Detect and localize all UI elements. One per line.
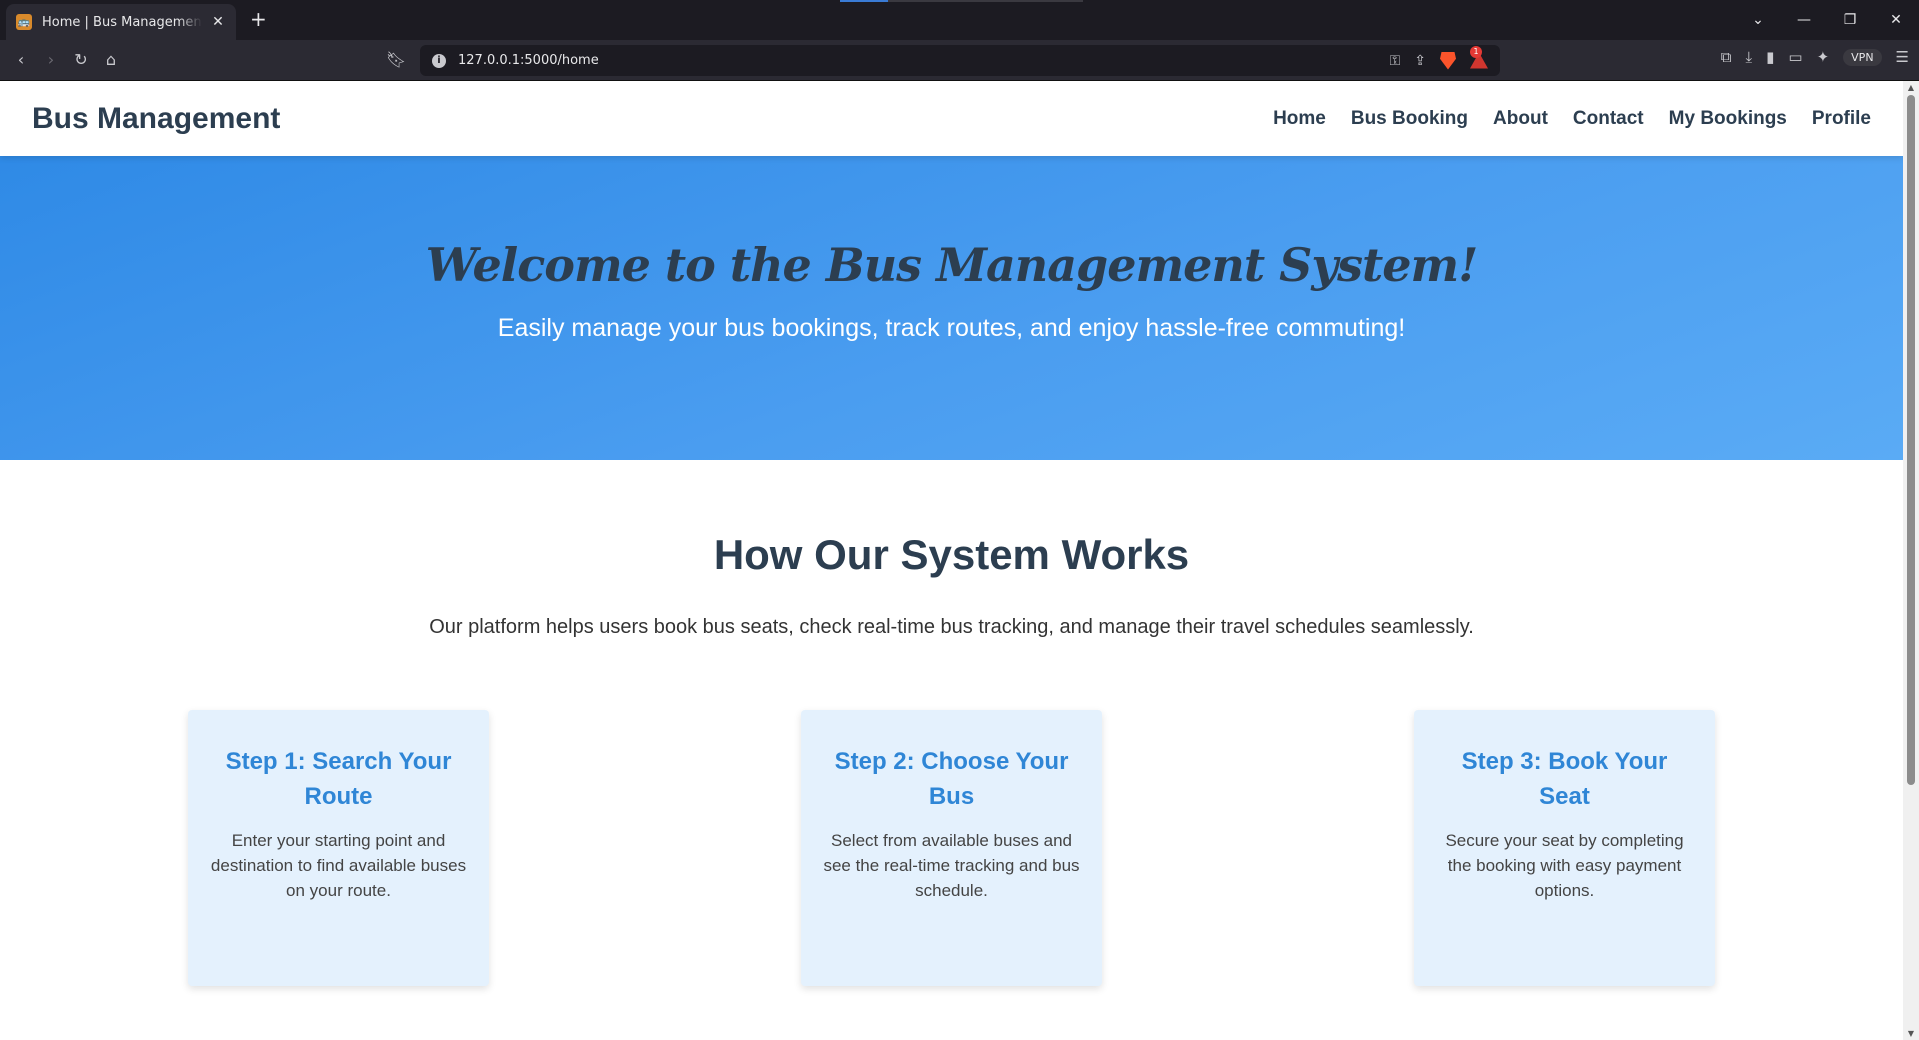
- reload-icon[interactable]: ↻: [70, 50, 92, 70]
- hero-subtitle: Easily manage your bus bookings, track r…: [497, 314, 1406, 342]
- bookmark-icon[interactable]: 🔖︎: [385, 50, 407, 70]
- minimize-icon[interactable]: —: [1781, 12, 1827, 28]
- hero-banner: Welcome to the Bus Management System! Ea…: [0, 156, 1903, 460]
- back-icon[interactable]: ‹: [10, 50, 32, 70]
- section-description: Our platform helps users book bus seats,…: [429, 616, 1474, 638]
- scroll-down-icon[interactable]: ▼: [1903, 1029, 1919, 1038]
- tab-list-icon[interactable]: ⌄: [1735, 12, 1781, 28]
- step-card: Step 2: Choose Your Bus Select from avai…: [801, 710, 1102, 986]
- sidebar-icon[interactable]: ▮: [1766, 48, 1774, 66]
- key-icon[interactable]: ⚿: [1390, 53, 1401, 69]
- url-text[interactable]: 127.0.0.1:5000/home: [458, 53, 1390, 68]
- web-page: Bus Management Home Bus Booking About Co…: [0, 81, 1903, 1040]
- nav-link-bus-booking[interactable]: Bus Booking: [1351, 108, 1468, 130]
- browser-tab-active[interactable]: 🚌 Home | Bus Management System ✕: [6, 4, 236, 40]
- tab-scroll-track: [888, 0, 1083, 2]
- address-bar[interactable]: i 127.0.0.1:5000/home ⚿ ⇪: [420, 45, 1500, 76]
- home-icon[interactable]: ⌂: [100, 50, 122, 70]
- step-card-title: Step 2: Choose Your Bus: [834, 748, 1069, 810]
- tab-title: Home | Bus Management System: [42, 14, 202, 30]
- step-card-text: Secure your seat by completing the booki…: [1445, 831, 1684, 900]
- download-icon[interactable]: ⤓: [1745, 48, 1752, 66]
- step-card-title: Step 3: Book Your Seat: [1461, 748, 1668, 810]
- nav-link-profile[interactable]: Profile: [1812, 108, 1871, 130]
- scrollbar-thumb[interactable]: [1907, 95, 1915, 785]
- bus-favicon-icon: 🚌: [16, 14, 32, 30]
- info-icon[interactable]: i: [432, 53, 446, 68]
- rewards-count-badge: 1: [1470, 46, 1482, 58]
- page-scrollbar[interactable]: ▲ ▼: [1903, 81, 1919, 1040]
- step-card-title: Step 1: Search Your Route: [225, 748, 452, 810]
- browser-tab-strip: 🚌 Home | Bus Management System ✕ + ⌄ — ❐…: [0, 0, 1919, 40]
- wallet-icon[interactable]: ▭: [1788, 48, 1802, 66]
- brave-shields-icon[interactable]: [1440, 51, 1456, 70]
- step-card-text: Select from available buses and see the …: [823, 831, 1080, 900]
- step-card: Step 1: Search Your Route Enter your sta…: [188, 710, 489, 986]
- browser-toolbar: ‹ › ↻ ⌂ 🔖︎ i 127.0.0.1:5000/home ⚿ ⇪ 1 ⧉…: [0, 40, 1919, 81]
- menu-icon[interactable]: ☰: [1896, 48, 1909, 66]
- scroll-up-icon[interactable]: ▲: [1903, 83, 1919, 92]
- nav-link-contact[interactable]: Contact: [1573, 108, 1644, 130]
- nav-link-home[interactable]: Home: [1273, 108, 1326, 130]
- site-brand[interactable]: Bus Management: [32, 102, 1273, 136]
- leo-ai-icon[interactable]: ✦: [1817, 48, 1830, 66]
- site-navbar: Bus Management Home Bus Booking About Co…: [0, 81, 1903, 156]
- tab-scroll-indicator: [840, 0, 888, 2]
- toolbar-right-actions: ⧉ ⤓ ▮ ▭ ✦ VPN ☰: [1721, 48, 1909, 66]
- tab-close-icon[interactable]: ✕: [210, 14, 226, 30]
- close-window-icon[interactable]: ✕: [1873, 12, 1919, 28]
- nav-link-about[interactable]: About: [1493, 108, 1548, 130]
- vpn-button[interactable]: VPN: [1843, 48, 1882, 66]
- hero-title: Welcome to the Bus Management System!: [425, 238, 1479, 292]
- nav-link-my-bookings[interactable]: My Bookings: [1669, 108, 1787, 130]
- restore-icon[interactable]: ❐: [1827, 12, 1873, 28]
- new-tab-button[interactable]: +: [250, 8, 267, 30]
- section-title: How Our System Works: [713, 531, 1190, 578]
- step-card: Step 3: Book Your Seat Secure your seat …: [1414, 710, 1715, 986]
- step-card-text: Enter your starting point and destinatio…: [210, 831, 467, 900]
- window-controls: ⌄ — ❐ ✕: [1735, 0, 1919, 40]
- extensions-icon[interactable]: ⧉: [1721, 48, 1732, 66]
- forward-icon[interactable]: ›: [40, 50, 62, 70]
- nav-links: Home Bus Booking About Contact My Bookin…: [1273, 108, 1871, 130]
- share-icon[interactable]: ⇪: [1414, 53, 1426, 69]
